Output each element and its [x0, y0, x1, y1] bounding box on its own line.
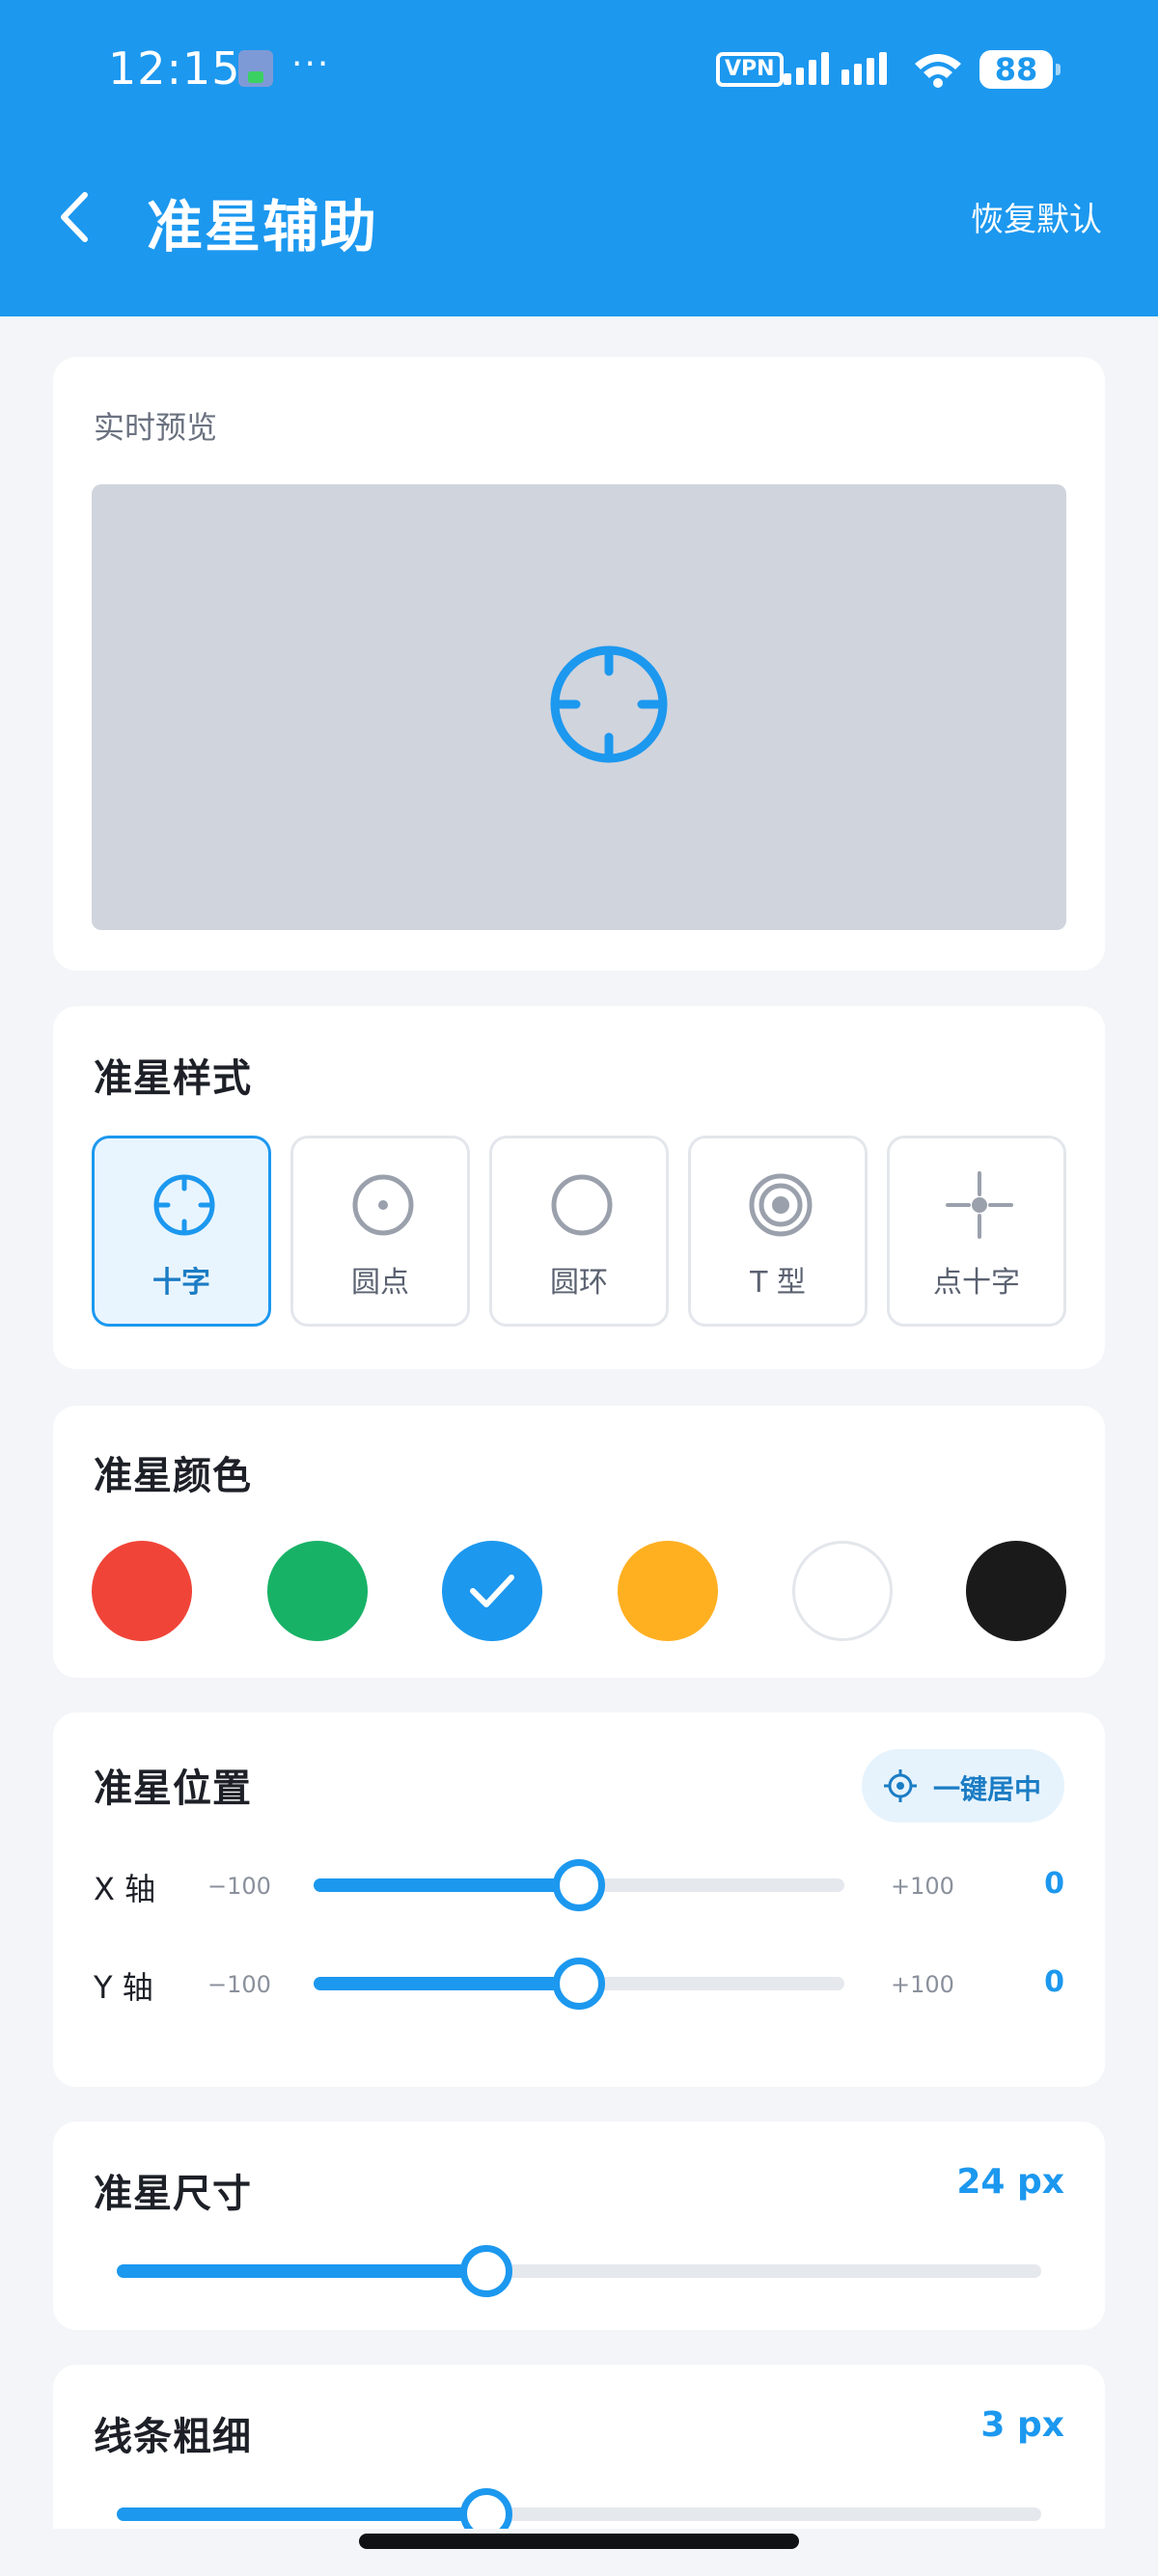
y-axis-max: +100: [891, 1971, 954, 1998]
wifi-icon: [915, 54, 961, 88]
size-value: 24 px: [956, 2162, 1064, 2202]
center-button[interactable]: 一键居中: [862, 1749, 1064, 1822]
x-axis-min: −100: [207, 1873, 271, 1900]
vpn-icon: VPN: [716, 52, 784, 87]
style-option-label: 十字: [152, 1266, 210, 1300]
x-axis-slider-fill: [314, 1878, 579, 1892]
style-option-ring[interactable]: 圆环: [489, 1136, 669, 1327]
size-section-title: 准星尺寸: [94, 2172, 252, 2216]
size-slider-thumb[interactable]: [460, 2245, 513, 2297]
size-slider[interactable]: [117, 2245, 1041, 2297]
preview-label: 实时预览: [94, 409, 218, 446]
status-time: 12:15: [108, 42, 241, 95]
x-axis-slider[interactable]: [314, 1859, 844, 1911]
position-section-title: 准星位置: [94, 1767, 252, 1811]
color-section-title: 准星颜色: [94, 1454, 252, 1498]
crosshair-icon: [153, 1174, 215, 1236]
style-option-dot-cross[interactable]: 点十字: [887, 1136, 1066, 1327]
y-axis-slider-thumb[interactable]: [553, 1958, 605, 2010]
page-title: 准星辅助: [147, 194, 379, 260]
style-section-title: 准星样式: [94, 1056, 252, 1101]
y-axis-slider-fill: [314, 1977, 579, 1990]
back-arrow-icon[interactable]: [56, 183, 95, 251]
crosshair-color-card: 准星颜色: [53, 1406, 1105, 1678]
crosshair-position-card: 准星位置 一键居中 X 轴 −100 +100 0 Y 轴 −100 +100 …: [53, 1713, 1105, 2087]
preview-crosshair-icon: [550, 645, 668, 763]
preview-card: 实时预览: [53, 357, 1105, 971]
color-swatch-orange[interactable]: [618, 1541, 718, 1641]
ring-icon: [551, 1174, 613, 1236]
style-options: 十字 圆点 圆环 T 型 点十字: [92, 1136, 1066, 1327]
style-option-label: T 型: [750, 1266, 806, 1300]
reset-default-button[interactable]: 恢复默认: [971, 193, 1102, 240]
color-swatch-black[interactable]: [966, 1541, 1066, 1641]
thickness-value: 3 px: [980, 2405, 1064, 2445]
preview-canvas: [92, 484, 1066, 930]
color-swatch-white[interactable]: [792, 1541, 893, 1641]
y-axis-label: Y 轴: [94, 1969, 153, 2006]
app-header: 12:15 ··· VPN 88 准星辅助 恢复默认: [0, 0, 1158, 316]
center-button-label: 一键居中: [933, 1773, 1042, 1805]
check-icon: [470, 1575, 514, 1607]
thickness-slider-thumb[interactable]: [460, 2488, 513, 2529]
color-swatch-green[interactable]: [267, 1541, 368, 1641]
style-option-dot[interactable]: 圆点: [290, 1136, 470, 1327]
style-option-label: 圆环: [550, 1266, 608, 1300]
x-axis-value: 0: [1044, 1867, 1064, 1901]
y-axis-value: 0: [1044, 1965, 1064, 1999]
dot-icon: [352, 1174, 414, 1236]
color-swatch-red[interactable]: [92, 1541, 192, 1641]
thickness-slider[interactable]: [117, 2488, 1041, 2529]
crosshair-size-card: 准星尺寸 24 px: [53, 2122, 1105, 2330]
style-option-label: 圆点: [351, 1266, 409, 1300]
crosshair-style-card: 准星样式 十字 圆点 圆环 T 型 点十字: [53, 1006, 1105, 1369]
thickness-slider-fill: [117, 2507, 487, 2521]
dot-cross-icon: [946, 1171, 1013, 1239]
size-slider-fill: [117, 2264, 487, 2278]
x-axis-max: +100: [891, 1873, 954, 1900]
x-axis-slider-thumb[interactable]: [553, 1859, 605, 1911]
style-option-t[interactable]: T 型: [688, 1136, 868, 1327]
line-thickness-card: 线条粗细 3 px: [53, 2365, 1105, 2529]
notification-app-icon: [238, 50, 273, 87]
style-option-label: 点十字: [933, 1266, 1020, 1300]
thickness-section-title: 线条粗细: [94, 2415, 252, 2459]
battery-indicator: 88: [979, 50, 1061, 89]
target-icon: [749, 1173, 813, 1237]
x-axis-label: X 轴: [94, 1871, 156, 1907]
more-notifications-icon: ···: [291, 44, 331, 84]
y-axis-min: −100: [207, 1971, 271, 1998]
home-indicator: [359, 2534, 799, 2549]
y-axis-slider[interactable]: [314, 1958, 844, 2010]
locate-icon: [884, 1769, 917, 1802]
color-swatch-blue[interactable]: [442, 1541, 542, 1641]
style-option-cross[interactable]: 十字: [92, 1136, 271, 1327]
signal-icon: [784, 52, 887, 85]
